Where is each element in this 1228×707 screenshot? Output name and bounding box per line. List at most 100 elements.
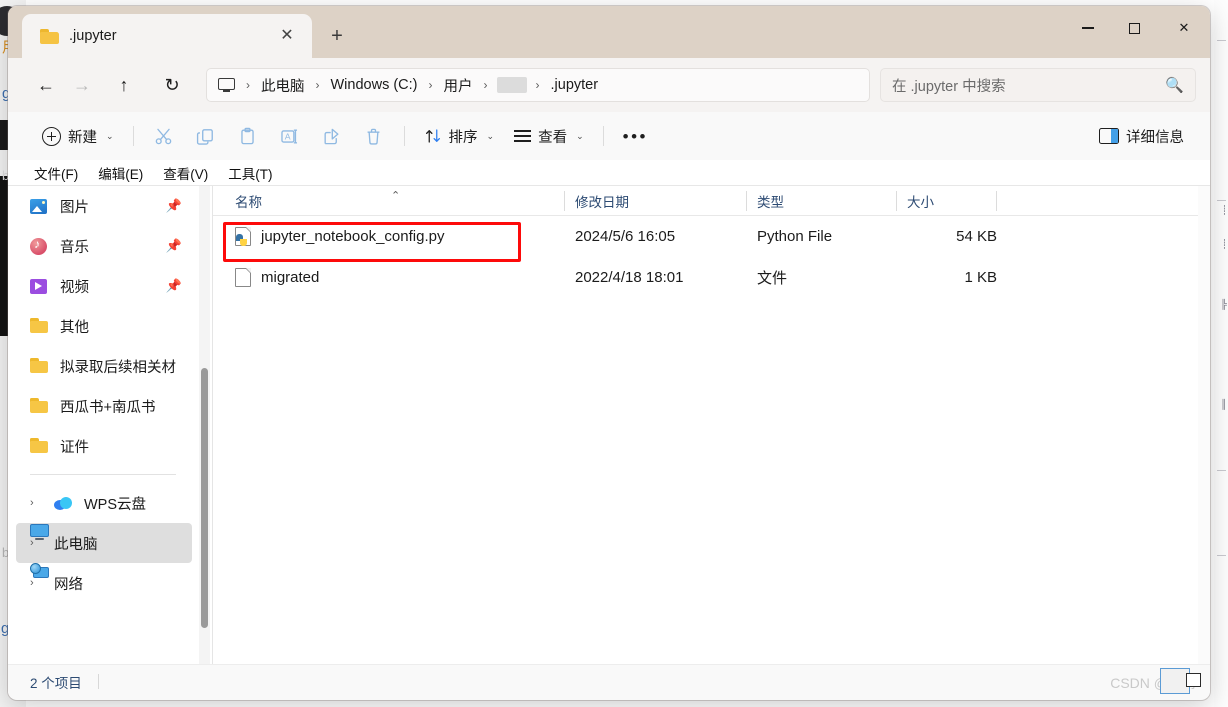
sidebar-item-videos[interactable]: 视频 📌 [8,266,198,306]
breadcrumb-users[interactable]: 用户 [442,75,475,96]
chevron-down-icon: ⌄ [106,130,114,141]
details-pane-button[interactable]: 详细信息 [1089,119,1194,153]
bg-right-glyph: ┊ [1221,205,1227,215]
rename-button[interactable]: A [269,119,311,153]
pin-icon[interactable]: 📌 [166,238,182,254]
breadcrumb-this-pc[interactable]: 此电脑 [259,75,307,96]
forward-button: → [73,75,91,95]
sort-arrows-icon [425,129,440,143]
minimize-button[interactable] [1064,6,1111,50]
menu-file[interactable]: 文件(F) [24,163,88,183]
sidebar-item-label: 证件 [60,439,89,456]
breadcrumb-separator: › [315,78,320,92]
folder-icon [30,357,49,375]
sidebar-item-other[interactable]: 其他 [8,306,198,346]
sidebar-item-label: 西瓜书+南瓜书 [60,399,156,416]
back-button[interactable]: ← [28,68,64,102]
plus-circle-icon [42,126,61,146]
sidebar-item-label: 拟录取后续相关材 [60,359,176,376]
sidebar-item-pictures[interactable]: 图片 📌 [8,186,198,226]
folder-icon [30,317,49,335]
sidebar-divider [30,474,176,475]
column-header-label: 大小 [907,194,934,210]
tab-title: .jupyter [69,28,117,44]
this-pc-icon [30,524,49,540]
column-header-label: 名称 [235,194,262,210]
view-button[interactable]: 查看 ⌄ [504,119,594,153]
breadcrumb-separator: › [246,78,250,92]
more-options-button[interactable]: ••• [613,119,658,153]
file-rows: jupyter_notebook_config.py 2024/5/6 16:0… [213,216,1210,298]
search-icon: 🔍 [1165,77,1184,94]
refresh-button[interactable]: ↻ [154,68,190,102]
menu-view[interactable]: 查看(V) [153,163,218,183]
chevron-right-icon[interactable]: › [30,497,43,509]
sidebar-item-this-pc[interactable]: › 此电脑 [16,523,192,563]
sidebar-item-network[interactable]: › 网络 [8,563,198,603]
column-header-date[interactable]: 修改日期 [565,186,747,216]
breadcrumb-username-redacted[interactable] [496,77,527,93]
sidebar-scrollbar[interactable] [199,186,210,664]
share-button[interactable] [311,119,353,153]
column-header-label: 类型 [757,194,784,210]
file-date-cell: 2024/5/6 16:05 [575,228,676,245]
ellipsis-icon: ••• [622,126,648,146]
pin-icon[interactable]: 📌 [166,198,182,214]
window-body: 图片 📌 音乐 📌 视频 📌 其他 [8,186,1210,664]
column-header-label: 修改日期 [575,194,629,210]
close-tab-icon[interactable]: ✕ [274,23,300,49]
menu-tools[interactable]: 工具(T) [218,163,282,183]
sort-button[interactable]: 排序 ⌄ [414,119,505,153]
pin-icon[interactable]: 📌 [166,278,182,294]
folder-icon [30,437,49,455]
new-button[interactable]: 新建 ⌄ [32,119,124,153]
menu-edit[interactable]: 编辑(E) [88,163,153,183]
sidebar-item-ml-books[interactable]: 西瓜书+南瓜书 [8,386,198,426]
breadcrumb-separator: › [483,78,488,92]
up-button[interactable]: ↑ [106,68,142,102]
column-header-size[interactable]: 大小 [897,186,997,216]
folder-icon [40,28,59,44]
paste-button[interactable] [227,119,269,153]
cut-button[interactable] [143,119,185,153]
maximize-button[interactable] [1111,6,1158,50]
title-bar: .jupyter ✕ + ✕ [8,6,1210,58]
column-header-type[interactable]: 类型 [747,186,897,216]
sidebar-item-documents-id[interactable]: 证件 [8,426,198,466]
view-button-label: 查看 [538,129,568,146]
toolbar-divider [602,126,604,146]
music-icon [30,237,49,255]
file-size-cell: 1 KB [964,269,997,286]
table-row[interactable]: jupyter_notebook_config.py 2024/5/6 16:0… [213,216,1210,257]
copy-button[interactable] [185,119,227,153]
sidebar-item-music[interactable]: 音乐 📌 [8,226,198,266]
status-bar: 2 个项目 CSDN @绿树 [8,664,1210,698]
file-date-cell: 2022/4/18 18:01 [575,269,684,286]
cloud-icon [54,495,73,512]
sidebar-scrollbar-thumb[interactable] [201,368,208,628]
new-tab-button[interactable]: + [318,18,356,54]
address-bar[interactable]: › 此电脑 › Windows (C:) › 用户 › › .jupyter [206,68,870,102]
status-divider [97,674,99,689]
breadcrumb-windows-c[interactable]: Windows (C:) [329,77,420,93]
table-row[interactable]: migrated 2022/4/18 18:01 文件 1 KB [213,257,1210,298]
sidebar-item-label: 网络 [54,576,83,593]
toolbar-divider [132,126,134,146]
file-name-cell[interactable]: migrated [235,268,565,287]
breadcrumb-jupyter[interactable]: .jupyter [549,77,601,93]
file-explorer-window: .jupyter ✕ + ✕ ← → ↑ ↻ › 此电脑 › Windows (… [8,6,1210,700]
file-list-scrollbar[interactable] [1198,186,1210,664]
search-input[interactable]: 在 .jupyter 中搜索 🔍 [880,68,1196,102]
generic-file-icon [235,268,251,287]
details-pane-label: 详细信息 [1126,129,1184,146]
sidebar-item-admission-materials[interactable]: 拟录取后续相关材 [8,346,198,386]
close-window-button[interactable]: ✕ [1158,6,1210,50]
tab-jupyter[interactable]: .jupyter ✕ [22,14,312,58]
sidebar-item-label: 图片 [60,199,89,216]
sort-ascending-icon: ⌃ [391,190,401,202]
bg-right-glyph: ┊ [1221,239,1227,249]
python-file-icon [235,227,251,246]
file-name-cell[interactable]: jupyter_notebook_config.py [235,227,565,246]
delete-button[interactable] [353,119,395,153]
sidebar-item-wps-cloud[interactable]: › WPS云盘 [8,483,198,523]
